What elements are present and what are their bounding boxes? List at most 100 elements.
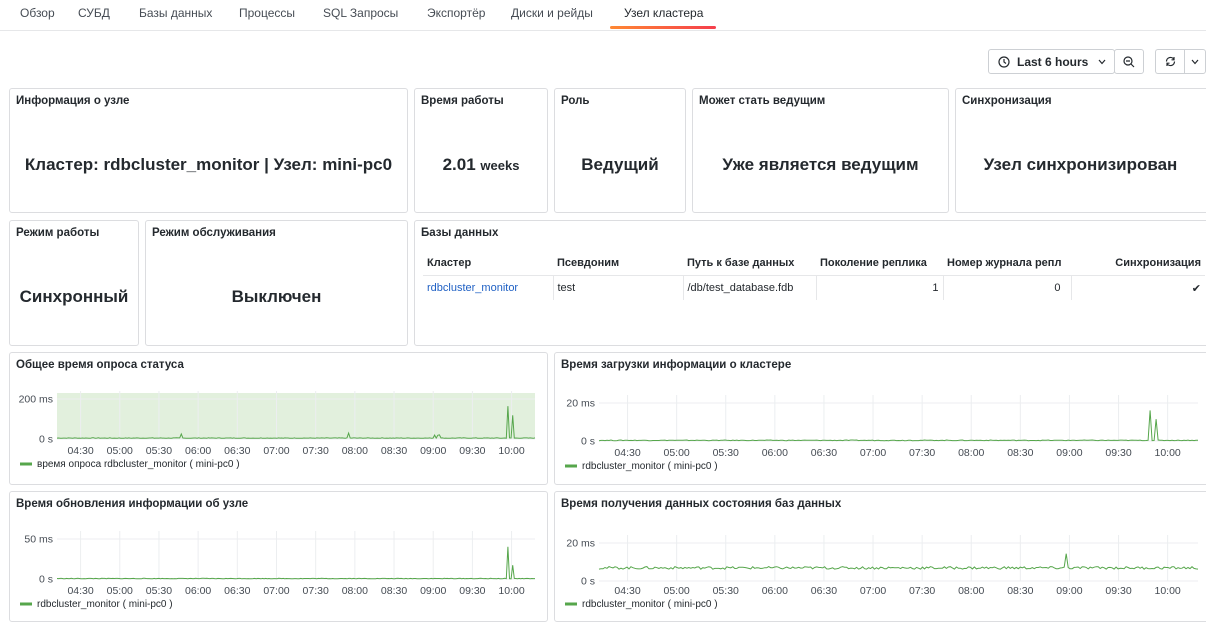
panel-title: Режим работы — [16, 227, 100, 239]
dashboard-tabs: Обзор СУБД Базы данных Процессы SQL Запр… — [0, 0, 1206, 31]
tab-disks[interactable]: Диски и рейды — [511, 6, 593, 20]
tab-cluster-node[interactable]: Узел кластера — [624, 6, 703, 20]
refresh-button[interactable] — [1155, 49, 1185, 74]
x-tick-label: 04:30 — [614, 447, 640, 459]
panel-title: Базы данных — [421, 227, 499, 239]
refresh-interval-dropdown[interactable] — [1184, 49, 1206, 74]
x-tick-label: 05:00 — [664, 447, 690, 459]
uptime-value: 2.01 weeks — [415, 155, 547, 175]
x-tick-label: 10:00 — [1154, 447, 1180, 459]
tab-dbms[interactable]: СУБД — [78, 6, 110, 20]
y-tick-label: 0 s — [581, 576, 595, 588]
x-tick-label: 04:30 — [67, 585, 93, 597]
x-tick-label: 05:00 — [107, 585, 133, 597]
x-tick-label: 07:00 — [263, 445, 289, 457]
x-tick-label: 09:30 — [459, 445, 485, 457]
x-tick-label: 05:30 — [146, 585, 172, 597]
x-tick-label: 08:00 — [958, 447, 984, 459]
panel-cluster-load-time: Время загрузки информации о кластере 04:… — [554, 352, 1206, 485]
x-tick-label: 04:30 — [614, 585, 640, 597]
column-header[interactable]: Путь к базе данных — [683, 251, 816, 276]
tab-databases[interactable]: Базы данных — [139, 6, 212, 20]
tab-exporter[interactable]: Экспортёр — [427, 6, 485, 20]
x-tick-label: 05:00 — [664, 585, 690, 597]
table-row: rdbcluster_monitor test /db/test_databas… — [423, 275, 1205, 300]
uptime-number: 2.01 — [442, 155, 476, 174]
x-tick-label: 08:30 — [1007, 585, 1033, 597]
panel-title: Информация о узле — [16, 95, 130, 107]
legend-label: rdbcluster_monitor ( mini-pc0 ) — [582, 599, 718, 610]
x-tick-label: 07:00 — [263, 585, 289, 597]
x-tick-label: 06:00 — [762, 585, 788, 597]
column-header[interactable]: Кластер — [423, 251, 553, 276]
x-tick-label: 05:30 — [713, 585, 739, 597]
cluster-load-chart: 04:30 05:00 05:30 06:00 06:30 07:00 07:30 08:00… — [565, 395, 1199, 472]
time-range-picker[interactable]: Last 6 hours — [988, 49, 1115, 74]
panel-databases: Базы данных Кластер Псевдоним Путь к баз… — [414, 220, 1206, 346]
column-header[interactable]: Номер журнала репл — [943, 251, 1071, 276]
x-tick-label: 05:30 — [146, 445, 172, 457]
active-tab-indicator — [610, 26, 716, 29]
x-tick-label: 09:00 — [1056, 585, 1082, 597]
column-header[interactable]: Псевдоним — [553, 251, 683, 276]
x-tick-label: 09:00 — [420, 585, 446, 597]
x-tick-label: 08:30 — [381, 585, 407, 597]
x-tick-label: 07:30 — [909, 585, 935, 597]
panel-role: Роль Ведущий — [554, 88, 686, 213]
clock-icon — [998, 55, 1010, 68]
maintenance-value: Выключен — [231, 287, 322, 306]
panel-sync: Синхронизация Узел синхронизирован — [955, 88, 1206, 213]
uptime-unit: weeks — [480, 158, 520, 173]
x-tick-label: 09:30 — [1105, 585, 1131, 597]
panel-title: Синхронизация — [962, 95, 1052, 107]
y-tick-label: 0 s — [39, 574, 53, 586]
db-state-chart: 04:30 05:00 05:30 06:00 06:30 07:00 07:30 08:00… — [565, 535, 1199, 610]
node-update-chart: 04:30 05:00 05:30 06:00 06:30 07:00 07:30 08:00… — [20, 531, 535, 610]
alias-cell: test — [552, 275, 683, 300]
x-tick-label: 07:30 — [303, 585, 329, 597]
path-cell: /db/test_database.fdb — [682, 275, 816, 300]
panel-title: Роль — [561, 95, 590, 107]
tab-processes[interactable]: Процессы — [239, 6, 295, 20]
cluster-link[interactable]: rdbcluster_monitor — [423, 275, 553, 300]
x-tick-label: 09:30 — [1105, 447, 1131, 459]
column-header[interactable]: Синхронизация — [1071, 251, 1205, 276]
zoom-out-icon — [1123, 55, 1135, 67]
chevron-down-icon — [1191, 59, 1199, 64]
x-tick-label: 07:30 — [909, 447, 935, 459]
chevron-down-icon — [1098, 59, 1106, 64]
y-tick-label: 20 ms — [566, 398, 595, 410]
x-tick-label: 06:30 — [224, 585, 250, 597]
panel-uptime: Время работы 2.01 weeks — [414, 88, 548, 213]
tab-sql-queries[interactable]: SQL Запросы — [323, 6, 398, 20]
x-tick-label: 06:30 — [224, 445, 250, 457]
x-tick-label: 07:30 — [303, 445, 329, 457]
can-lead-value: Уже является ведущим — [722, 155, 919, 174]
x-tick-label: 09:00 — [1056, 447, 1082, 459]
series-line — [56, 546, 535, 580]
table-header-row: Кластер Псевдоним Путь к базе данных Пок… — [423, 251, 1205, 276]
x-tick-label: 04:30 — [67, 445, 93, 457]
journal-cell: 0 — [942, 275, 1071, 300]
x-tick-label: 08:30 — [381, 445, 407, 457]
y-tick-label: 200 ms — [19, 394, 53, 406]
databases-table: Кластер Псевдоним Путь к базе данных Пок… — [423, 251, 1205, 300]
x-tick-label: 08:00 — [958, 585, 984, 597]
x-tick-label: 05:00 — [107, 445, 133, 457]
zoom-out-button[interactable] — [1114, 49, 1144, 74]
series-line — [598, 553, 1199, 570]
panel-node-info: Информация о узле Кластер: rdbcluster_mo… — [9, 88, 408, 213]
series-line — [598, 410, 1199, 442]
panel-operating-mode: Режим работы Синхронный — [9, 220, 139, 346]
refresh-icon — [1165, 56, 1176, 67]
x-tick-label: 07:00 — [860, 447, 886, 459]
tab-overview[interactable]: Обзор — [20, 6, 55, 20]
panel-title: Режим обслуживания — [152, 227, 276, 239]
x-tick-label: 06:00 — [185, 585, 211, 597]
node-info-value: Кластер: rdbcluster_monitor | Узел: mini… — [24, 155, 393, 174]
threshold-region — [57, 393, 535, 439]
x-tick-label: 08:30 — [1007, 447, 1033, 459]
status-poll-chart: 04:30 05:00 05:30 06:00 06:30 07:00 07:30 08:00… — [19, 391, 536, 470]
x-tick-label: 09:30 — [459, 585, 485, 597]
column-header[interactable]: Поколение реплика — [816, 251, 943, 276]
